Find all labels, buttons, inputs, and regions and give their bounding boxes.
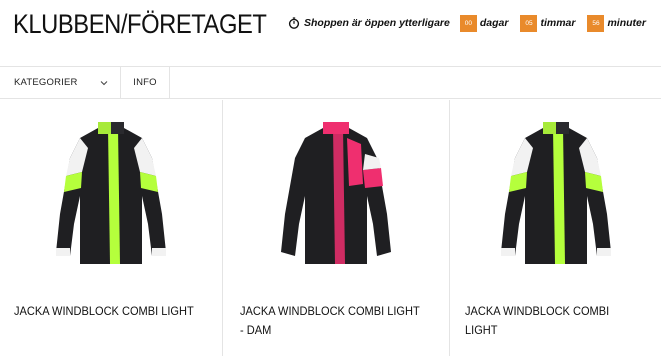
jacket-image[interactable] bbox=[36, 114, 186, 272]
jacket-image[interactable] bbox=[481, 114, 631, 272]
product-card[interactable]: JACKA WINDBLOCK COMBI LIGHT bbox=[0, 100, 223, 356]
product-name[interactable]: JACKA WINDBLOCK COMBI LIGHT bbox=[465, 302, 638, 340]
categories-dropdown[interactable]: KATEGORIER bbox=[0, 67, 121, 98]
categories-label: KATEGORIER bbox=[14, 77, 78, 88]
shop-countdown: Shoppen är öppen ytterligare 00 dagar 05… bbox=[288, 13, 646, 33]
stopwatch-icon bbox=[288, 17, 300, 29]
minutes-label: minuter bbox=[607, 17, 646, 29]
page-header: KLUBBEN/FÖRETAGET Shoppen är öppen ytter… bbox=[0, 0, 661, 62]
category-navbar: KATEGORIER INFO bbox=[0, 66, 661, 99]
days-label: dagar bbox=[479, 17, 509, 29]
product-grid: JACKA WINDBLOCK COMBI LIGHT JACKA WINDBL… bbox=[0, 100, 661, 356]
minutes-value: 56 bbox=[587, 14, 605, 32]
hours-value: 05 bbox=[520, 14, 538, 32]
product-name[interactable]: JACKA WINDBLOCK COMBI LIGHT - DAM bbox=[240, 302, 425, 340]
info-link[interactable]: INFO bbox=[121, 67, 170, 98]
product-name[interactable]: JACKA WINDBLOCK COMBI LIGHT bbox=[14, 302, 198, 321]
countdown-text: Shoppen är öppen ytterligare bbox=[304, 17, 450, 29]
info-label: INFO bbox=[133, 77, 157, 88]
days-value: 00 bbox=[459, 14, 477, 32]
chevron-down-icon bbox=[100, 80, 107, 85]
product-card[interactable]: JACKA WINDBLOCK COMBI LIGHT bbox=[450, 100, 661, 356]
page-title: KLUBBEN/FÖRETAGET bbox=[13, 9, 267, 39]
hours-label: timmar bbox=[540, 17, 576, 29]
product-card[interactable]: JACKA WINDBLOCK COMBI LIGHT - DAM bbox=[223, 100, 450, 356]
jacket-image[interactable] bbox=[261, 114, 411, 272]
